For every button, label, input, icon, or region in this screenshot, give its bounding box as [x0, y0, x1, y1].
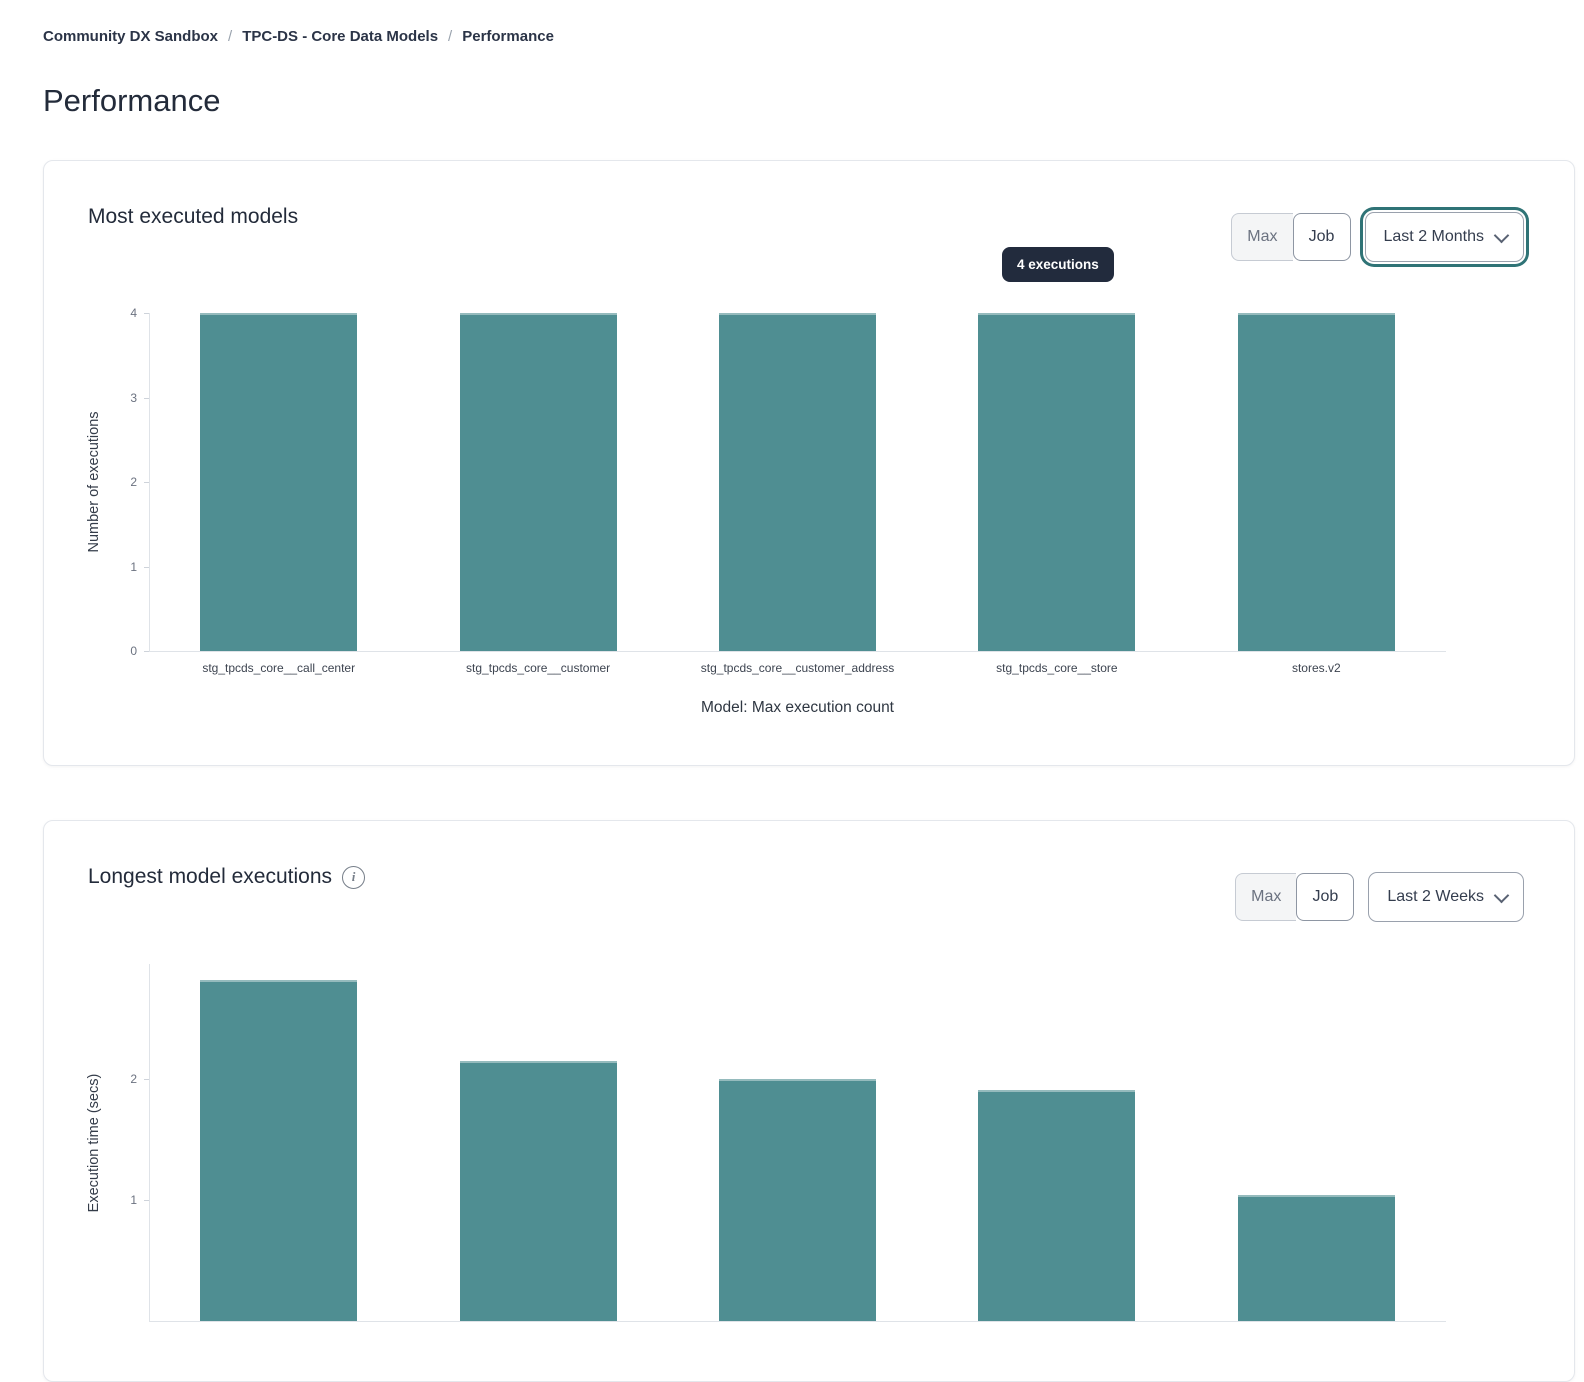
breadcrumb-item-current: Performance [462, 28, 554, 45]
x-axis-line [149, 651, 1446, 652]
chart-bar[interactable] [1238, 1195, 1395, 1321]
x-tick-label: stg_tpcds_core__call_center [149, 661, 408, 676]
chart-bar[interactable] [719, 313, 876, 651]
chart-bar[interactable] [460, 313, 617, 651]
y-tick-label: 2 [103, 1071, 137, 1087]
y-tick-mark [144, 651, 149, 652]
y-axis-line [149, 964, 150, 1321]
y-axis-title: Number of executions [84, 332, 104, 632]
most-executed-models-chart: stg_tpcds_core__call_centerstg_tpcds_cor… [44, 161, 1574, 765]
y-tick-label: 1 [103, 559, 137, 575]
x-tick-label: stg_tpcds_core__store [927, 661, 1186, 676]
chart-tooltip: 4 executions [1002, 247, 1114, 282]
y-tick-mark [144, 1079, 149, 1080]
y-tick-mark [144, 1200, 149, 1201]
chart-bar[interactable] [200, 980, 357, 1321]
performance-page: Community DX Sandbox / TPC-DS - Core Dat… [0, 0, 1584, 1210]
y-tick-label: 2 [103, 474, 137, 490]
breadcrumb-item-models[interactable]: TPC-DS - Core Data Models [242, 28, 438, 45]
chart-bar[interactable] [719, 1079, 876, 1321]
most-executed-models-card: Most executed models Max Job Last 2 Mont… [43, 160, 1575, 766]
y-tick-mark [144, 482, 149, 483]
x-axis-line [149, 1321, 1446, 1322]
y-tick-label: 0 [103, 643, 137, 659]
x-tick-label: stg_tpcds_core__customer [408, 661, 667, 676]
x-tick-label: stg_tpcds_core__customer_address [668, 661, 927, 676]
page-title: Performance [43, 83, 220, 119]
x-axis-title: Model: Max execution count [149, 699, 1446, 717]
y-tick-label: 3 [103, 390, 137, 406]
chart-bar[interactable] [460, 1061, 617, 1321]
longest-model-executions-card: Longest model executions i Max Job Last … [43, 820, 1575, 1382]
chart-bar[interactable] [978, 1090, 1135, 1321]
y-axis-line [149, 313, 150, 651]
chart-bar[interactable] [1238, 313, 1395, 651]
longest-model-executions-chart: 1 2Execution time (secs) [44, 821, 1574, 1381]
y-tick-mark [144, 313, 149, 314]
y-axis-title: Execution time (secs) [84, 993, 104, 1293]
breadcrumb: Community DX Sandbox / TPC-DS - Core Dat… [43, 28, 554, 45]
y-tick-mark [144, 567, 149, 568]
chart-bar[interactable] [200, 313, 357, 651]
x-tick-label: stores.v2 [1187, 661, 1446, 676]
breadcrumb-separator: / [448, 28, 452, 45]
chart-bar[interactable] [978, 313, 1135, 651]
breadcrumb-separator: / [228, 28, 232, 45]
breadcrumb-item-project[interactable]: Community DX Sandbox [43, 28, 218, 45]
y-tick-mark [144, 398, 149, 399]
y-tick-label: 4 [103, 305, 137, 321]
y-tick-label: 1 [103, 1192, 137, 1208]
